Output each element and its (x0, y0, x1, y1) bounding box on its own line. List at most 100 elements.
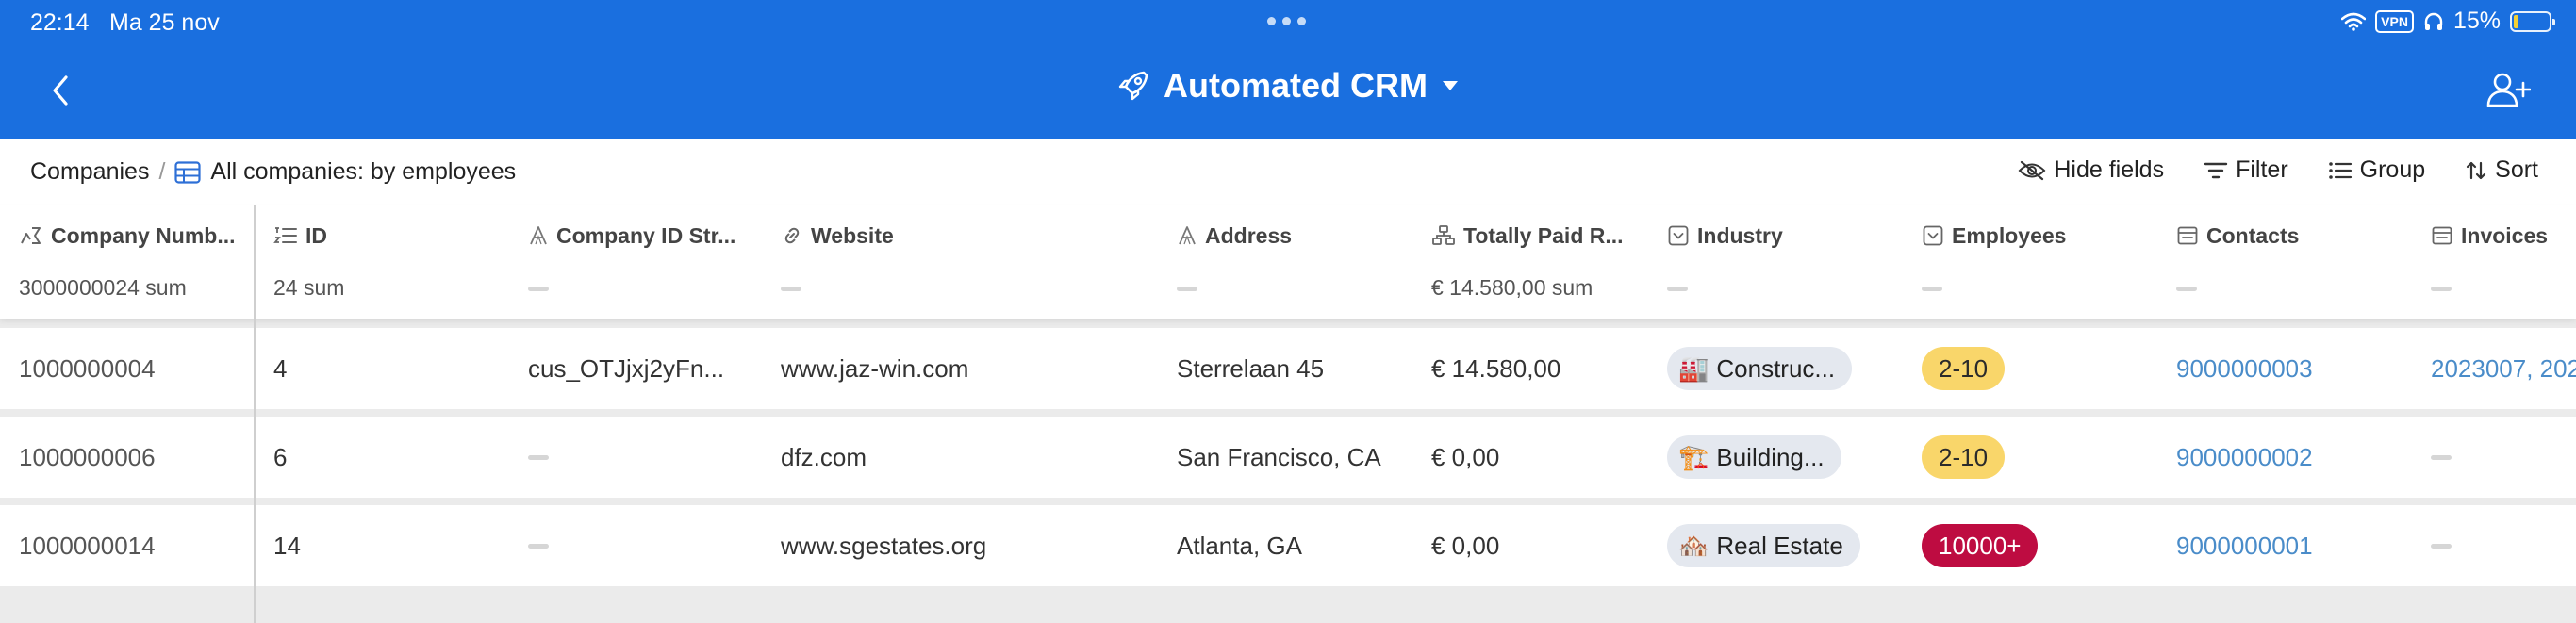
cell-value: 14 (273, 531, 301, 560)
summary-employees[interactable] (1922, 275, 1942, 301)
linked-record-icon (2176, 224, 2199, 247)
cell-totally-paid[interactable]: € 14.580,00 (1431, 328, 1560, 409)
summary-company-number[interactable]: 3000000024 sum (19, 275, 187, 301)
cell-value[interactable]: 9000000003 (2176, 354, 2313, 384)
summary-industry[interactable] (1667, 275, 1688, 301)
battery-icon (2510, 10, 2555, 32)
column-header-company-number[interactable]: Company Numb... (19, 219, 236, 253)
text-field-icon (1177, 224, 1197, 247)
cell-company-id-string[interactable] (528, 505, 549, 586)
summary-address[interactable] (1177, 275, 1197, 301)
single-select-icon (1922, 224, 1944, 247)
empty-dash (528, 543, 549, 549)
summary-id[interactable]: 24 sum (273, 275, 344, 301)
table-row[interactable]: 1000000006 6 dfz.com San Francisco, CA € 0,0… (0, 417, 2576, 498)
summary-website[interactable] (781, 275, 801, 301)
cell-address[interactable]: San Francisco, CA (1177, 417, 1381, 498)
cell-totally-paid[interactable]: € 0,00 (1431, 505, 1499, 586)
column-header-industry[interactable]: Industry (1667, 219, 1783, 253)
cell-employees[interactable]: 10000+ (1922, 505, 2039, 586)
column-header-contacts[interactable]: Contacts (2176, 219, 2299, 253)
column-header-label: Totally Paid R... (1463, 222, 1624, 248)
cell-contacts[interactable]: 9000000002 (2176, 417, 2313, 498)
breadcrumb-companies[interactable]: Companies (30, 158, 149, 186)
summary-totally-paid[interactable]: € 14.580,00 sum (1431, 275, 1593, 301)
column-header-label: ID (305, 222, 327, 248)
table-row[interactable]: 1000000014 14 www.sgestates.org Atlanta, GA… (0, 505, 2576, 586)
base-title-button[interactable]: Automated CRM (0, 66, 2576, 106)
column-header-label: Employees (1952, 222, 2067, 248)
cell-website[interactable]: www.jaz-win.com (781, 328, 968, 409)
industry-chip: 🏘️ Real Estate (1667, 524, 1860, 567)
records-grid: Company Numb... 3000000024 sum ID 24 sum Com… (0, 205, 2576, 623)
cell-company-number[interactable]: 1000000014 (19, 505, 156, 586)
cell-value: 1000000006 (19, 442, 156, 471)
cell-employees[interactable]: 2-10 (1922, 328, 2006, 409)
frozen-column-divider (254, 205, 256, 623)
cell-value: 4 (273, 353, 288, 383)
group-label: Group (2359, 156, 2426, 183)
cell-value[interactable]: 2023007, 2023008 (2431, 354, 2576, 384)
cell-industry[interactable]: 🏭 Construc... (1667, 328, 1853, 409)
cell-value[interactable]: 9000000002 (2176, 443, 2313, 472)
cell-invoices[interactable] (2431, 417, 2452, 498)
grid-header: Company Numb... 3000000024 sum ID 24 sum Com… (0, 205, 2576, 319)
cell-value[interactable]: 9000000001 (2176, 532, 2313, 561)
add-collaborator-button[interactable] (2485, 70, 2532, 111)
cell-invoices[interactable]: 2023007, 2023008 (2431, 328, 2576, 409)
cell-company-number[interactable]: 1000000004 (19, 328, 156, 409)
industry-label: Construc... (1716, 353, 1836, 383)
summary-company-id-string[interactable] (528, 275, 549, 301)
cell-website[interactable]: dfz.com (781, 417, 867, 498)
multitasking-dots-icon[interactable] (1267, 17, 1306, 25)
sort-button[interactable]: Sort (2465, 156, 2538, 184)
cell-contacts[interactable]: 9000000003 (2176, 328, 2313, 409)
cell-contacts[interactable]: 9000000001 (2176, 505, 2313, 586)
column-header-website[interactable]: Website (781, 219, 894, 253)
rocket-icon (1116, 69, 1150, 103)
column-header-invoices[interactable]: Invoices (2431, 219, 2548, 253)
cell-address[interactable]: Atlanta, GA (1177, 505, 1302, 586)
cell-totally-paid[interactable]: € 0,00 (1431, 417, 1499, 498)
top-bar: 22:14 Ma 25 nov VPN 15% Automated CRM (0, 0, 2576, 139)
column-header-label: Company ID Str... (556, 222, 736, 248)
industry-emoji-icon: 🏗️ (1678, 442, 1709, 471)
filter-button[interactable]: Filter (2204, 156, 2288, 184)
column-header-totally-paid[interactable]: Totally Paid R... (1431, 219, 1624, 253)
column-header-company-id-string[interactable]: Company ID Str... (528, 219, 735, 253)
cell-value: € 14.580,00 (1431, 353, 1561, 383)
summary-contacts[interactable] (2176, 275, 2197, 301)
column-header-address[interactable]: Address (1177, 219, 1292, 253)
column-header-id[interactable]: ID (273, 219, 327, 253)
cell-industry[interactable]: 🏗️ Building... (1667, 417, 1841, 498)
cell-address[interactable]: Sterrelaan 45 (1177, 328, 1324, 409)
cell-company-id-string[interactable] (528, 417, 549, 498)
summary-invoices[interactable] (2431, 275, 2452, 301)
cell-id[interactable]: 6 (273, 417, 287, 498)
column-header-label: Invoices (2461, 222, 2549, 248)
sort-label: Sort (2495, 156, 2538, 183)
table-row[interactable]: 1000000004 4 cus_OTJjxj2yFn... www.jaz-win.… (0, 328, 2576, 409)
cell-industry[interactable]: 🏘️ Real Estate (1667, 505, 1860, 586)
cell-company-number[interactable]: 1000000006 (19, 417, 156, 498)
hide-fields-button[interactable]: Hide fields (2018, 156, 2164, 184)
group-button[interactable]: Group (2328, 156, 2425, 184)
cell-company-id-string[interactable]: cus_OTJjxj2yFn... (528, 328, 724, 409)
column-header-employees[interactable]: Employees (1922, 219, 2066, 253)
cell-id[interactable]: 4 (273, 328, 287, 409)
breadcrumb-view[interactable]: All companies: by employees (210, 158, 516, 186)
cell-invoices[interactable] (2431, 505, 2452, 586)
empty-dash (528, 454, 549, 460)
status-indicators: VPN 15% (2341, 8, 2555, 35)
cell-value: 6 (273, 442, 288, 471)
cell-value: Atlanta, GA (1177, 531, 1302, 560)
link-icon (781, 224, 803, 247)
empty-dash (1177, 287, 1197, 292)
cell-website[interactable]: www.sgestates.org (781, 505, 986, 586)
caret-down-icon (1441, 79, 1460, 92)
cell-id[interactable]: 14 (273, 505, 301, 586)
app-window: 22:14 Ma 25 nov VPN 15% Automated CRM Co… (0, 0, 2576, 623)
cell-employees[interactable]: 2-10 (1922, 417, 2006, 498)
status-time: 22:14 (30, 9, 90, 36)
wifi-icon (2341, 12, 2367, 31)
